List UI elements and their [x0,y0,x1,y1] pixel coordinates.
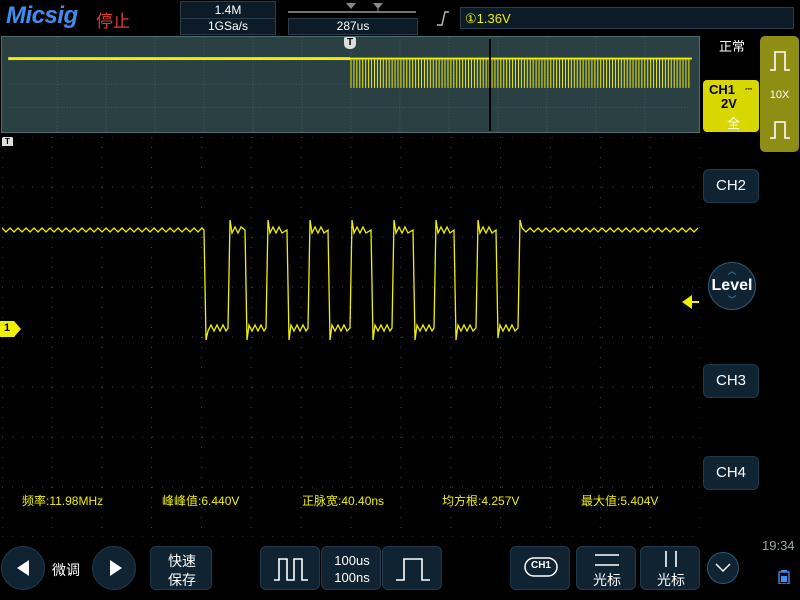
horizontal-cursor-label: 光标 [593,572,621,588]
measurement-frequency[interactable]: 频率:11.98MHz [22,492,103,509]
ch1-scale: 2V [721,96,737,111]
quick-save-line2: 保存 [168,572,196,588]
narrow-pulse-icon [396,558,430,581]
clock: 19:34 [762,538,795,553]
measurement-maximum[interactable]: 最大值:5.404V [581,492,658,509]
overview-burst-trace [350,57,692,88]
measurement-peak-to-peak[interactable]: 峰峰值:6.440V [162,492,239,509]
trigger-t-marker[interactable]: T [344,37,356,49]
timebase-readout[interactable]: 100us 100ns [321,546,381,590]
horizontal-cursor-icon [595,554,619,566]
main-waveform-display[interactable] [2,137,700,537]
timebase-position-bar[interactable] [288,3,416,15]
trigger-t-label: T [346,37,354,48]
brand-logo: Micsig [6,2,78,29]
level-up-icon: ︿ [727,266,737,276]
arrow-left-icon [17,560,29,576]
timebase-increase-button[interactable] [382,546,442,590]
ch1-chip-label: CH1 [530,560,551,571]
probe-ratio[interactable]: 10X [760,89,799,101]
vertical-cursor-button[interactable]: 光标 [640,546,700,590]
chevron-down-icon [715,563,731,573]
ch4-button[interactable]: CH4 [703,456,759,490]
ch3-button[interactable]: CH3 [703,364,759,398]
pulse-down-icon [770,121,790,139]
zoom-timebase: 100ns [334,570,370,585]
rising-edge-trigger-icon[interactable] [436,10,450,26]
timebase-decrease-button[interactable] [260,546,320,590]
main-grid [2,137,700,537]
fine-adjust-label: 微调 [52,562,80,578]
probe-panel[interactable]: 10X [760,36,799,152]
ch1-label: CH1 [709,82,736,97]
vertical-cursor-icon [665,551,677,567]
ch1-waveform-trace [2,219,699,341]
trigger-level-arrow-icon[interactable] [682,295,700,309]
channel-select-button[interactable]: CH1 [510,546,570,590]
level-down-icon: ﹀ [727,295,737,305]
arrow-right-icon [110,560,122,576]
ch2-button[interactable]: CH2 [703,169,759,203]
pulse-up-icon [770,51,790,71]
ch1-bandwidth: 全 [727,116,741,131]
trigger-position-marker-icon [346,3,356,9]
horizontal-cursor-button[interactable]: 光标 [576,546,636,590]
measurement-positive-pulse-width[interactable]: 正脉宽:40.40ns [302,492,384,509]
fine-left-button[interactable] [1,546,45,590]
measurement-rms[interactable]: 均方根:4.257V [442,492,519,509]
sample-rate: 1GSa/s [180,18,276,35]
horizontal-offset[interactable]: 287us [288,18,418,35]
run-stop-status[interactable]: 停止 [96,7,130,32]
top-status-bar: Micsig 停止 1.4M 1GSa/s 287us ①1.36V [0,0,800,35]
fine-right-button[interactable] [92,546,136,590]
dc-coupling-icon: ⎓ [745,84,753,94]
vertical-cursor-label: 光标 [657,572,685,588]
waveform-overview[interactable] [1,36,700,133]
ch1-offset-label: 1 [4,322,11,334]
quick-save-button[interactable]: 快速 保存 [150,546,212,590]
acquisition-mode[interactable]: 正常 [704,36,760,54]
memory-depth[interactable]: 1.4M [180,1,276,19]
battery-icon [778,570,790,584]
trigger-level[interactable]: ①1.36V [460,7,794,29]
expand-menu-button[interactable] [707,552,739,584]
quick-save-line1: 快速 [168,553,196,569]
wide-pulse-icon [274,558,308,581]
main-timebase: 100us [334,553,370,568]
level-knob[interactable]: ︿ Level ﹀ [708,262,756,310]
